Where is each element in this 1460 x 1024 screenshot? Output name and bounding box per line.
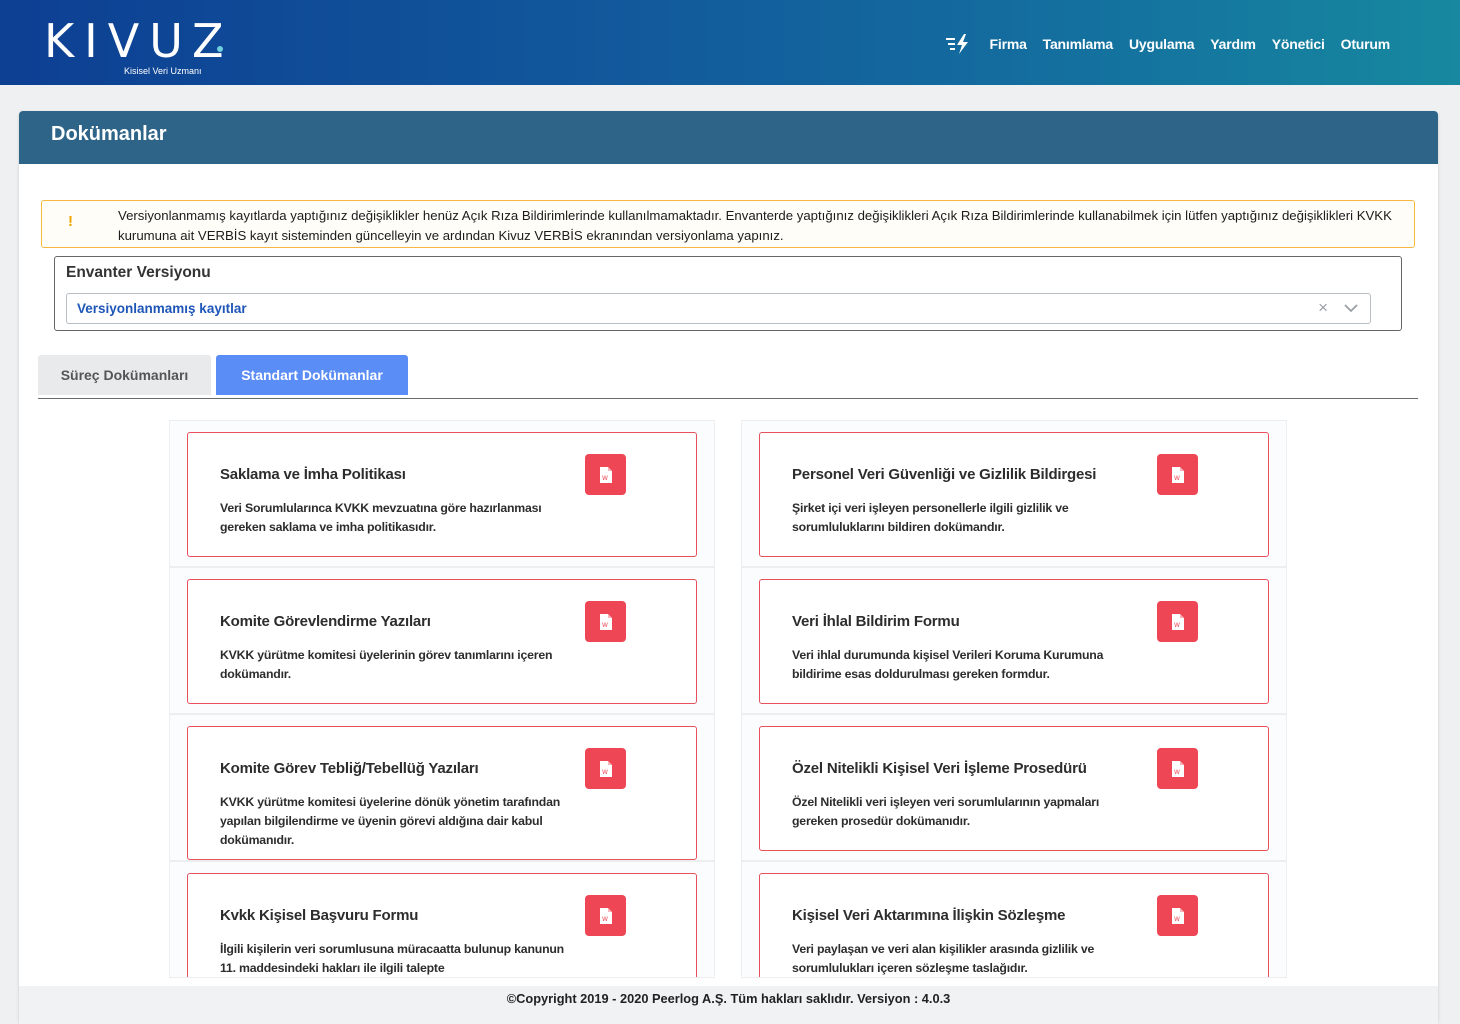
svg-text:W: W: [1174, 475, 1180, 482]
document-description: İlgili kişilerin veri sorumlusuna müraca…: [220, 942, 564, 975]
document-cell: Saklama ve İmha Politikası Veri Sorumlul…: [169, 420, 715, 567]
svg-text:W: W: [602, 622, 608, 629]
footer-copyright: ©Copyright 2019 - 2020 Peerlog A.Ş. Tüm …: [19, 986, 1438, 1024]
document-description: Veri Sorumlularınca KVKK mevzuatına göre…: [220, 501, 542, 534]
inventory-version-select[interactable]: Versiyonlanmamış kayıtlar ×: [66, 293, 1371, 324]
word-file-icon: W: [1171, 613, 1184, 630]
svg-text:W: W: [1174, 622, 1180, 629]
nav-yonetici[interactable]: Yönetici: [1272, 36, 1325, 52]
document-title: Komite Görev Tebliğ/Tebellüğ Yazıları: [220, 760, 479, 777]
inventory-version-label: Envanter Versiyonu: [66, 264, 211, 281]
tab-standard-documents[interactable]: Standart Dokümanlar: [216, 355, 408, 395]
versioning-warning: ! Versiyonlanmamış kayıtlarda yaptığınız…: [41, 200, 1415, 248]
document-title: Özel Nitelikli Kişisel Veri İşleme Prose…: [792, 760, 1087, 777]
document-cell: Komite Görev Tebliğ/Tebellüğ Yazıları KV…: [169, 714, 715, 861]
document-title: Kişisel Veri Aktarımına İlişkin Sözleşme: [792, 907, 1066, 924]
kivuz-logo[interactable]: KIVUZ Kisisel Veri Uzmanı: [44, 14, 234, 76]
svg-text:W: W: [1174, 769, 1180, 776]
document-description: Şirket içi veri işleyen personellerle il…: [792, 501, 1069, 534]
svg-text:W: W: [602, 769, 608, 776]
top-bar: KIVUZ Kisisel Veri Uzmanı Firma Tanımlam…: [0, 0, 1460, 85]
word-download-button[interactable]: W: [585, 601, 626, 642]
nav-oturum[interactable]: Oturum: [1341, 36, 1391, 52]
nav-yardim[interactable]: Yardım: [1210, 36, 1256, 52]
document-title: Veri İhlal Bildirim Formu: [792, 613, 960, 630]
word-download-button[interactable]: W: [1157, 895, 1198, 936]
document-description: Veri paylaşan ve veri alan kişilikler ar…: [792, 942, 1095, 975]
document-description: KVKK yürütme komitesi üyelerinin görev t…: [220, 648, 553, 681]
document-tabs: Süreç Dokümanları Standart Dokümanlar: [38, 355, 408, 395]
documents-panel: Dokümanlar ! Versiyonlanmamış kayıtlarda…: [19, 111, 1438, 1024]
lightning-menu-icon[interactable]: [945, 33, 972, 55]
svg-text:W: W: [1174, 916, 1180, 923]
inventory-version-value: Versiyonlanmamış kayıtlar: [77, 301, 247, 316]
word-file-icon: W: [599, 907, 612, 924]
document-cell: Komite Görevlendirme Yazıları KVKK yürüt…: [169, 567, 715, 714]
document-description: Veri ihlal durumunda kişisel Verileri Ko…: [792, 648, 1104, 681]
document-cell: Özel Nitelikli Kişisel Veri İşleme Prose…: [741, 714, 1287, 861]
word-download-button[interactable]: W: [1157, 748, 1198, 789]
document-cell: Veri İhlal Bildirim Formu Veri ihlal dur…: [741, 567, 1287, 714]
word-download-button[interactable]: W: [585, 895, 626, 936]
inventory-version-group: Envanter Versiyonu Versiyonlanmamış kayı…: [54, 256, 1402, 331]
logo-tagline: Kisisel Veri Uzmanı: [124, 66, 202, 76]
document-cell: Personel Veri Güvenliği ve Gizlilik Bild…: [741, 420, 1287, 567]
document-title: Personel Veri Güvenliği ve Gizlilik Bild…: [792, 466, 1097, 483]
document-card[interactable]: Saklama ve İmha Politikası Veri Sorumlul…: [187, 432, 697, 557]
word-download-button[interactable]: W: [585, 454, 626, 495]
document-card[interactable]: Kişisel Veri Aktarımına İlişkin Sözleşme…: [759, 873, 1269, 977]
tabs-divider: [38, 398, 1418, 399]
nav-uygulama[interactable]: Uygulama: [1129, 36, 1195, 52]
word-file-icon: W: [1171, 466, 1184, 483]
document-card[interactable]: Komite Görevlendirme Yazıları KVKK yürüt…: [187, 579, 697, 704]
warning-icon: !: [68, 213, 73, 230]
logo-dot: [217, 46, 223, 52]
document-column-left: Saklama ve İmha Politikası Veri Sorumlul…: [169, 420, 715, 978]
document-card[interactable]: Kvkk Kişisel Başvuru Formu İlgili kişile…: [187, 873, 697, 977]
document-card[interactable]: Özel Nitelikli Kişisel Veri İşleme Prose…: [759, 726, 1269, 851]
word-file-icon: W: [599, 760, 612, 777]
document-description: KVKK yürütme komitesi üyelerine dönük yö…: [220, 795, 561, 847]
document-cell: Kişisel Veri Aktarımına İlişkin Sözleşme…: [741, 861, 1287, 978]
nav-tanimlama[interactable]: Tanımlama: [1043, 36, 1114, 52]
clear-icon[interactable]: ×: [1318, 298, 1328, 318]
tab-process-documents[interactable]: Süreç Dokümanları: [38, 355, 211, 395]
document-title: Kvkk Kişisel Başvuru Formu: [220, 907, 419, 924]
nav-firma[interactable]: Firma: [990, 36, 1027, 52]
word-file-icon: W: [1171, 760, 1184, 777]
main-nav: Firma Tanımlama Uygulama Yardım Yönetici…: [945, 33, 1391, 55]
word-file-icon: W: [599, 466, 612, 483]
page-title: Dokümanlar: [19, 111, 1438, 164]
document-cell: Kvkk Kişisel Başvuru Formu İlgili kişile…: [169, 861, 715, 978]
logo-text: KIVUZ: [44, 14, 234, 68]
word-file-icon: W: [1171, 907, 1184, 924]
document-card[interactable]: Veri İhlal Bildirim Formu Veri ihlal dur…: [759, 579, 1269, 704]
word-download-button[interactable]: W: [1157, 454, 1198, 495]
document-title: Saklama ve İmha Politikası: [220, 466, 406, 483]
document-description: Özel Nitelikli veri işleyen veri sorumlu…: [792, 795, 1100, 828]
word-download-button[interactable]: W: [585, 748, 626, 789]
document-grid: Saklama ve İmha Politikası Veri Sorumlul…: [169, 420, 1289, 980]
word-download-button[interactable]: W: [1157, 601, 1198, 642]
chevron-down-icon[interactable]: [1344, 303, 1358, 313]
document-card[interactable]: Personel Veri Güvenliği ve Gizlilik Bild…: [759, 432, 1269, 557]
warning-text: Versiyonlanmamış kayıtlarda yaptığınız d…: [118, 208, 1392, 243]
svg-text:W: W: [602, 916, 608, 923]
word-file-icon: W: [599, 613, 612, 630]
document-column-right: Personel Veri Güvenliği ve Gizlilik Bild…: [741, 420, 1287, 978]
svg-text:W: W: [602, 475, 608, 482]
document-title: Komite Görevlendirme Yazıları: [220, 613, 431, 630]
document-card[interactable]: Komite Görev Tebliğ/Tebellüğ Yazıları KV…: [187, 726, 697, 860]
